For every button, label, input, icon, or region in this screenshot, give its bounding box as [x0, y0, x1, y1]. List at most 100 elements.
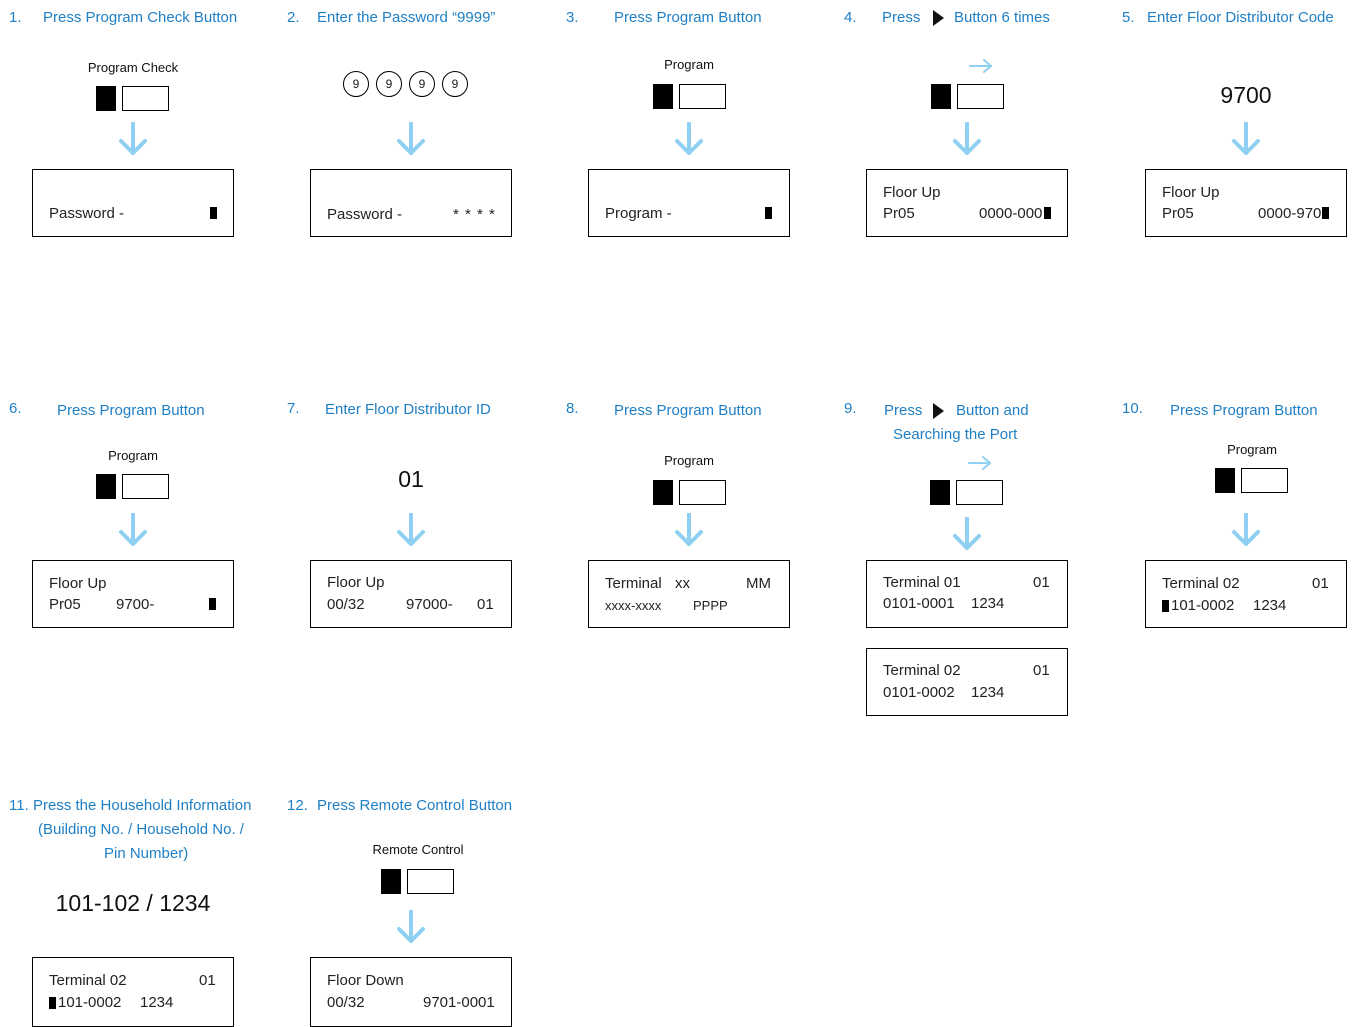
lcd-line-2: 00/32 — [327, 596, 365, 613]
lcd-line-2: Pr05 — [883, 205, 915, 222]
program-button[interactable] — [96, 474, 169, 499]
step-title: Press Program Button — [57, 402, 205, 419]
step-title-line-2: Searching the Port — [893, 426, 1018, 443]
lcd-pin: 1234 — [971, 684, 1005, 701]
lcd-id: 01 — [477, 596, 494, 613]
lcd-cursor — [765, 207, 772, 219]
lcd-cursor — [1322, 207, 1329, 219]
button-key — [407, 869, 454, 894]
lcd-line-2: 101-0002 — [1171, 597, 1235, 614]
lcd-line-1: Terminal 02 — [1162, 575, 1240, 592]
lcd-display: Terminal 02 01 101-0002 1234 — [32, 957, 234, 1027]
down-arrow-icon — [118, 122, 148, 156]
button-label: Program — [664, 57, 714, 72]
lcd-display: Floor Up Pr05 0000-970 — [1145, 169, 1347, 237]
lcd-line-2: xxxx-xxxx — [605, 598, 662, 613]
digit-keys: 9 9 9 9 — [343, 71, 468, 97]
down-arrow-icon — [1231, 122, 1261, 156]
lcd-display: Floor Down 00/32 9701-0001 — [310, 957, 512, 1027]
lcd-display: Floor Up Pr05 9700- — [32, 560, 234, 628]
button-label: Program Check — [87, 60, 179, 75]
down-arrow-icon — [952, 122, 982, 156]
entered-id: 01 — [398, 466, 424, 492]
step-title: Press Program Button — [1170, 402, 1318, 419]
step-number: 3. — [566, 9, 579, 26]
lcd-cursor — [1044, 207, 1051, 219]
lcd-line-1: Floor Down — [327, 972, 404, 989]
down-arrow-icon — [396, 910, 426, 944]
step-number: 5. — [1122, 9, 1135, 26]
step-title-line-2: (Building No. / Household No. / — [38, 821, 244, 838]
button-key — [956, 480, 1003, 505]
step-title-continued: Button 6 times — [954, 9, 1050, 26]
lcd-port: 01 — [1312, 575, 1329, 592]
down-arrow-icon — [952, 517, 982, 551]
digit-key[interactable]: 9 — [343, 71, 369, 97]
lcd-terminal-no: xx — [675, 575, 690, 592]
step-title: Press — [882, 9, 921, 26]
program-button[interactable] — [653, 480, 726, 505]
step-title-line-1: Press the Household Information — [33, 797, 252, 814]
lcd-line-1: Terminal 02 — [49, 972, 127, 989]
digit-key[interactable]: 9 — [409, 71, 435, 97]
button-key — [1241, 468, 1288, 493]
button-label: Program — [1227, 442, 1277, 457]
step-number: 9. — [844, 400, 857, 417]
right-button[interactable] — [930, 480, 1003, 505]
lcd-display: Terminal 02 01 101-0002 1234 — [1145, 560, 1347, 628]
lcd-cursor — [1162, 600, 1169, 612]
lcd-line-1: Password - — [327, 206, 403, 223]
step-title: Enter the Password “9999” — [317, 9, 496, 26]
step-title: Press Remote Control Button — [317, 797, 513, 814]
button-key — [679, 84, 726, 109]
lcd-value: 97000- — [406, 596, 453, 613]
button-key — [679, 480, 726, 505]
down-arrow-icon — [118, 513, 148, 547]
right-button[interactable] — [931, 84, 1004, 109]
lcd-pin: PPPP — [693, 598, 728, 613]
step-number: 2. — [287, 9, 300, 26]
step-number: 10. — [1122, 400, 1143, 417]
step-title: Press — [884, 402, 923, 419]
down-arrow-icon — [674, 513, 704, 547]
lcd-line-1: Floor Up — [327, 574, 385, 591]
lcd-line-2: 0101-0002 — [883, 684, 955, 701]
button-indicator — [381, 869, 401, 894]
digit-key[interactable]: 9 — [442, 71, 468, 97]
step-number: 12. — [287, 797, 308, 814]
button-label: Remote Control — [372, 842, 464, 857]
lcd-value: 0000-970 — [1258, 205, 1322, 222]
remote-control-button[interactable] — [381, 869, 454, 894]
entered-code: 9700 — [1220, 82, 1272, 108]
step-title: Enter Floor Distributor ID — [325, 401, 491, 418]
lcd-line-1: Floor Up — [49, 575, 107, 592]
lcd-pin: 1234 — [140, 994, 174, 1011]
lcd-value: 0000-000 — [979, 205, 1043, 222]
lcd-cursor — [209, 598, 216, 610]
lcd-display: Program - — [588, 169, 790, 237]
lcd-port: 01 — [1033, 662, 1050, 679]
button-key — [122, 86, 169, 111]
lcd-line-2: Pr05 — [1162, 205, 1194, 222]
step-number: 1. — [9, 9, 22, 26]
step-number: 8. — [566, 400, 579, 417]
lcd-line-1: Floor Up — [883, 184, 941, 201]
program-check-button[interactable] — [96, 86, 169, 111]
program-button[interactable] — [653, 84, 726, 109]
lcd-value: 9701-0001 — [423, 994, 495, 1011]
lcd-line-2: 00/32 — [327, 994, 365, 1011]
digit-key[interactable]: 9 — [376, 71, 402, 97]
button-key — [122, 474, 169, 499]
lcd-display-next: Terminal 02 01 0101-0002 1234 — [866, 648, 1068, 716]
button-label: Program — [108, 448, 158, 463]
lcd-display: Floor Up 00/32 97000- 01 — [310, 560, 512, 628]
button-key — [957, 84, 1004, 109]
lcd-display: Floor Up Pr05 0000-000 — [866, 169, 1068, 237]
lcd-line-2: 0101-0001 — [883, 595, 955, 612]
right-arrow-icon — [969, 59, 993, 73]
step-title: Press Program Check Button — [43, 9, 238, 26]
lcd-display: Password - — [32, 169, 234, 237]
down-arrow-icon — [396, 513, 426, 547]
button-indicator — [930, 480, 950, 505]
program-button[interactable] — [1215, 468, 1288, 493]
